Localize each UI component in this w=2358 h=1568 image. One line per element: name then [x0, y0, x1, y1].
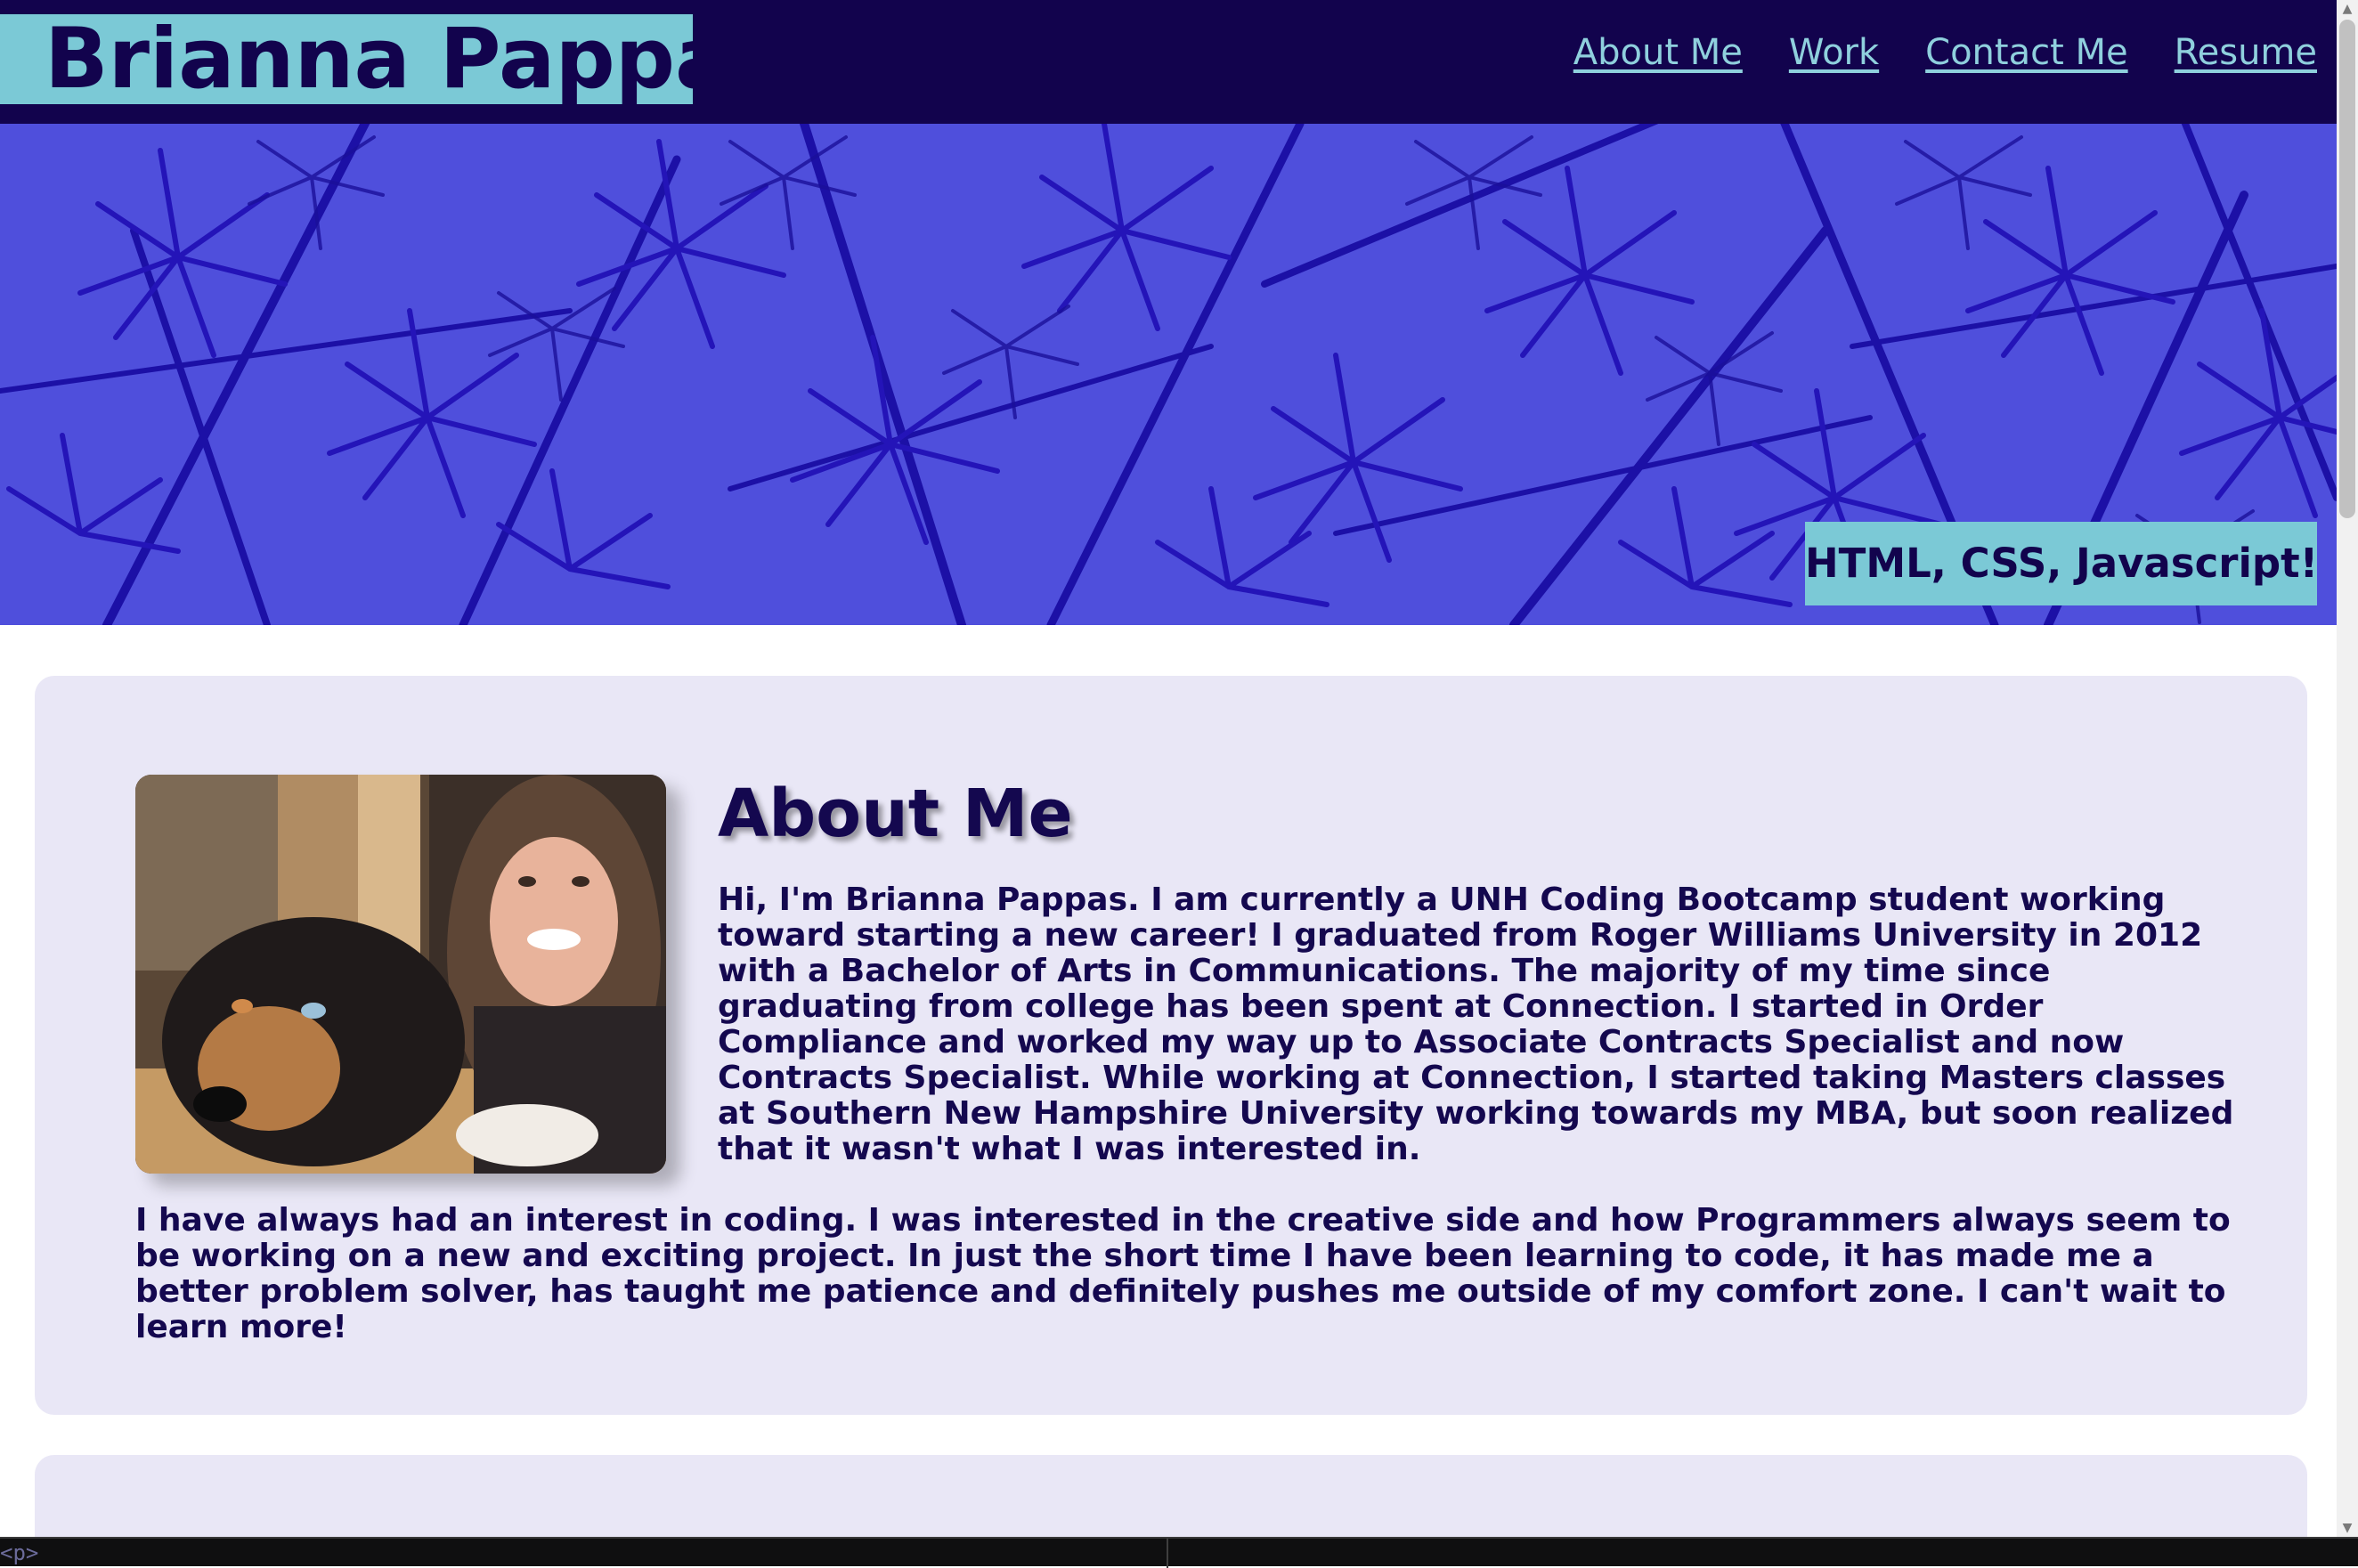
work-section: [35, 1455, 2307, 1537]
scrollbar-thumb[interactable]: [2339, 20, 2355, 518]
nav-link-contact-me[interactable]: Contact Me: [1925, 32, 2127, 73]
page-viewport: Brianna Pappas About Me Work Contact Me …: [0, 0, 2337, 1537]
page-scrollbar[interactable]: ▲ ▼: [2337, 0, 2358, 1537]
site-title: Brianna Pappas: [0, 14, 693, 104]
nav-link-about-me[interactable]: About Me: [1573, 32, 1743, 73]
nav-link-work[interactable]: Work: [1789, 32, 1879, 73]
scroll-up-arrow-icon[interactable]: ▲: [2337, 0, 2358, 18]
about-text: Hi, I'm Brianna Pappas. I am currently a…: [135, 882, 2246, 1345]
devtools-breadcrumb-bar: <p>: [0, 1537, 2358, 1568]
photo-float-spacer: [135, 882, 718, 1176]
scroll-down-arrow-icon[interactable]: ▼: [2337, 1519, 2358, 1537]
site-header: Brianna Pappas About Me Work Contact Me …: [0, 0, 2337, 124]
main-nav: About Me Work Contact Me Resume: [1573, 32, 2317, 73]
about-paragraph-2: I have always had an interest in coding.…: [135, 1202, 2231, 1345]
hero-tagline: HTML, CSS, Javascript!: [1805, 522, 2318, 605]
hero-banner: HTML, CSS, Javascript!: [0, 124, 2337, 625]
about-section: About Me Hi, I'm Brianna Pappas. I am cu…: [35, 676, 2307, 1415]
devtools-element-tag[interactable]: <p>: [0, 1540, 38, 1565]
about-heading: About Me: [718, 776, 1073, 852]
nav-link-resume[interactable]: Resume: [2175, 32, 2317, 73]
devtools-divider: [1167, 1539, 1168, 1568]
